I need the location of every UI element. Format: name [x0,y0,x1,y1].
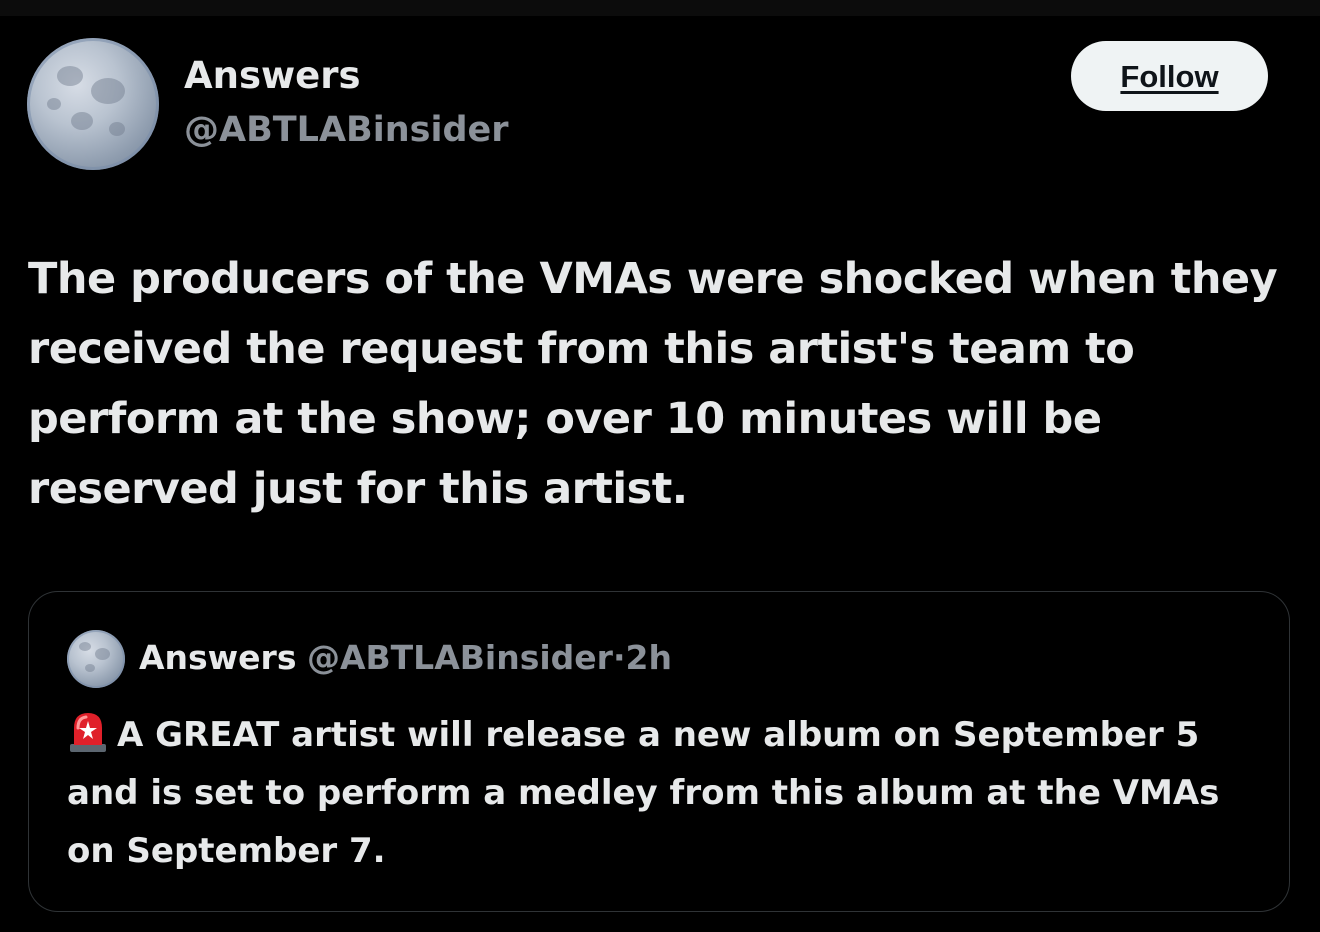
author-avatar[interactable] [27,38,159,170]
quoted-tweet-header: Answers @ABTLABinsider·2h [139,632,672,684]
top-edge-strip [0,0,1320,16]
moon-crater [71,112,93,130]
author-name[interactable]: Answers [184,52,361,100]
author-handle[interactable]: @ABTLABinsider [184,106,509,154]
separator-dot: · [612,638,626,677]
moon-crater [47,98,61,110]
quoted-tweet-card[interactable]: Answers @ABTLABinsider·2h A GREAT artist… [28,591,1290,912]
moon-crater [91,78,125,104]
moon-crater [85,664,95,672]
moon-crater [79,642,91,651]
quoted-author-handle[interactable]: @ABTLABinsider [307,638,613,677]
moon-crater [109,122,125,136]
tweet-text: The producers of the VMAs were shocked w… [28,254,1278,514]
quoted-author-avatar[interactable] [67,630,125,688]
quoted-author-name[interactable]: Answers [139,638,296,677]
police-siren-icon [67,708,109,754]
follow-button[interactable]: Follow [1071,41,1268,111]
moon-crater [57,66,83,86]
quoted-tweet-text: A GREAT artist will release a new album … [67,715,1220,871]
moon-crater [95,648,110,660]
quoted-tweet-time[interactable]: 2h [625,638,671,677]
quoted-tweet-body: A GREAT artist will release a new album … [67,706,1267,880]
